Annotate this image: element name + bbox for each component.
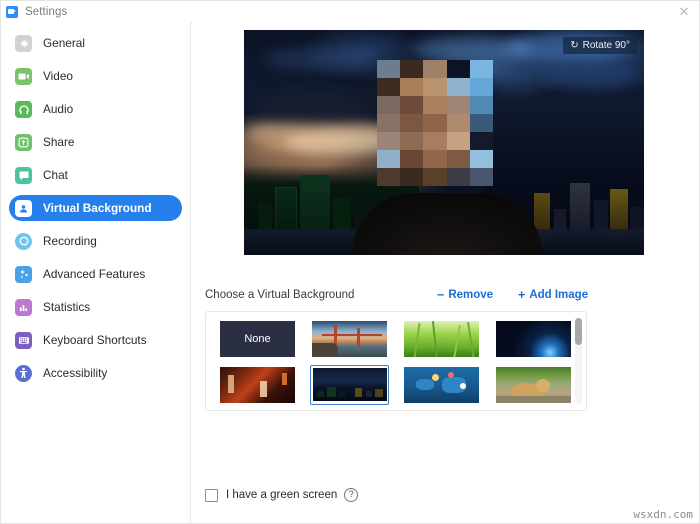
- sidebar-item-label: Chat: [43, 168, 68, 182]
- remove-label: Remove: [448, 289, 494, 301]
- chooser-header: Choose a Virtual Background − Remove + A…: [205, 286, 687, 304]
- sparkle-icon: [15, 265, 32, 283]
- sidebar-item-chat[interactable]: Chat: [9, 162, 182, 188]
- window-title: Settings: [25, 5, 68, 18]
- green-screen-label: I have a green screen: [226, 489, 338, 501]
- thumbnail-grid: None: [218, 319, 586, 405]
- thumbnail-world-network[interactable]: [402, 365, 481, 405]
- sidebar-item-recording[interactable]: Recording: [9, 228, 182, 254]
- video-preview: ↻ Rotate 90°: [244, 30, 644, 255]
- sidebar-item-video[interactable]: Video: [9, 63, 182, 89]
- keyboard-icon: [15, 331, 32, 349]
- title-bar: Settings ✕: [1, 1, 699, 23]
- sidebar-item-label: General: [43, 36, 85, 50]
- sidebar-item-label: Video: [43, 69, 73, 83]
- help-icon[interactable]: ?: [344, 488, 359, 502]
- rotate-label: Rotate 90°: [582, 40, 630, 51]
- rotate-icon: ↻: [570, 40, 579, 51]
- thumbnail-city-skyline[interactable]: [310, 365, 389, 405]
- chat-bubble-icon: [15, 166, 32, 184]
- sidebar-item-label: Audio: [43, 102, 74, 116]
- watermark: wsxdn.com: [633, 508, 693, 521]
- sidebar-item-share[interactable]: Share: [9, 129, 182, 155]
- sidebar-item-label: Accessibility: [43, 366, 108, 380]
- sidebar-item-label: Share: [43, 135, 75, 149]
- sidebar-item-label: Advanced Features: [43, 267, 146, 281]
- pixelated-face: [377, 60, 493, 186]
- thumbnail-dog-park[interactable]: [494, 365, 573, 405]
- headphone-icon: [15, 100, 32, 118]
- sidebar-item-virtual-background[interactable]: Virtual Background: [9, 195, 182, 221]
- green-screen-row: I have a green screen ?: [205, 488, 359, 502]
- chooser-title: Choose a Virtual Background: [205, 289, 355, 301]
- add-image-label: Add Image: [529, 289, 589, 301]
- record-circle-icon: [15, 232, 32, 250]
- grid-scrollbar[interactable]: [575, 318, 582, 404]
- grid-scrollbar-thumb[interactable]: [575, 318, 582, 345]
- sidebar-item-statistics[interactable]: Statistics: [9, 294, 182, 320]
- sidebar-item-accessibility[interactable]: Accessibility: [9, 360, 182, 386]
- close-icon[interactable]: ✕: [667, 1, 699, 21]
- sidebar-item-general[interactable]: General: [9, 30, 182, 56]
- person-card-icon: [15, 199, 32, 217]
- sidebar-item-label: Statistics: [43, 300, 91, 314]
- thumbnail-grass[interactable]: [402, 319, 481, 359]
- share-up-icon: [15, 133, 32, 151]
- remove-button[interactable]: − Remove: [437, 288, 493, 302]
- minus-icon: −: [437, 288, 445, 302]
- thumbnail-none[interactable]: None: [218, 319, 297, 359]
- sidebar-item-label: Virtual Background: [43, 201, 152, 215]
- sidebar-item-keyboard-shortcuts[interactable]: Keyboard Shortcuts: [9, 327, 182, 353]
- cloud-shape: [264, 48, 374, 70]
- rotate-90-button[interactable]: ↻ Rotate 90°: [563, 37, 637, 54]
- gear-icon: [15, 34, 32, 52]
- sidebar-item-label: Recording: [43, 234, 97, 248]
- zoom-logo-icon: [6, 5, 18, 18]
- cloud-shape: [544, 60, 639, 88]
- content-pane: ↻ Rotate 90° Choose a Virtual Background…: [192, 22, 699, 523]
- background-grid: None: [205, 311, 587, 411]
- settings-window: Settings ✕ General Video Audio Share Cha…: [0, 0, 700, 524]
- bar-chart-icon: [15, 298, 32, 316]
- green-screen-checkbox[interactable]: [205, 488, 218, 502]
- preview-person-silhouette: [352, 193, 542, 255]
- camera-icon: [15, 67, 32, 85]
- thumbnail-earth-space[interactable]: [494, 319, 573, 359]
- sidebar: General Video Audio Share Chat Virtual B…: [1, 22, 191, 523]
- sidebar-item-advanced-features[interactable]: Advanced Features: [9, 261, 182, 287]
- sidebar-item-audio[interactable]: Audio: [9, 96, 182, 122]
- thumbnail-none-label: None: [220, 321, 295, 357]
- sidebar-item-label: Keyboard Shortcuts: [43, 333, 147, 347]
- thumbnail-night-street[interactable]: [218, 365, 297, 405]
- thumbnail-golden-gate[interactable]: [310, 319, 389, 359]
- accessibility-icon: [15, 364, 32, 382]
- add-image-button[interactable]: + Add Image: [518, 288, 588, 302]
- plus-icon: +: [518, 288, 526, 302]
